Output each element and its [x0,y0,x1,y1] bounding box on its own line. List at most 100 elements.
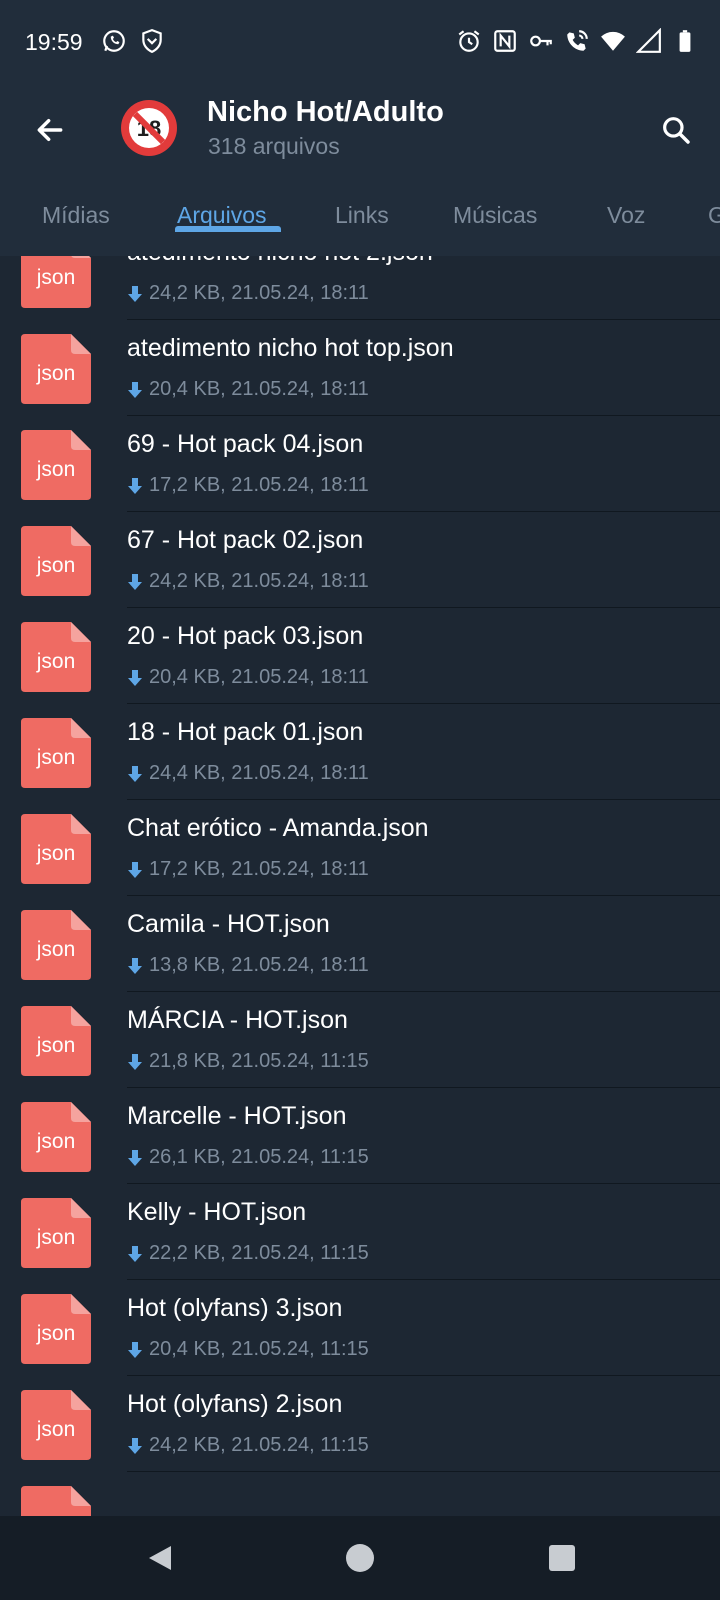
nav-home-button[interactable] [338,1536,382,1580]
file-ext-label: json [36,458,76,481]
file-row[interactable]: json Chat erótico - Amanda.json 17,2 KB,… [0,798,720,896]
file-type-icon: json [21,814,91,884]
file-row[interactable]: json 18 - Hot pack 01.json 24,4 KB, 21.0… [0,702,720,800]
tab-arquivos[interactable]: Arquivos [177,202,266,229]
file-ext-label: json [36,842,76,865]
file-meta: 17,2 KB, 21.05.24, 18:11 [127,474,369,497]
vpn-key-icon [530,35,552,47]
search-button[interactable] [650,104,702,156]
file-name: Marcelle - HOT.json [127,1102,347,1130]
file-meta: 20,4 KB, 21.05.24, 18:11 [127,666,369,689]
system-nav-bar [0,1516,720,1600]
tab-links[interactable]: Links [335,202,389,229]
download-arrow-icon [128,765,142,782]
download-arrow-icon [128,1341,142,1358]
file-size-date: 20,4 KB, 21.05.24, 18:11 [149,378,369,400]
file-row[interactable]: json atedimento nicho hot 2.json 24,2 KB… [0,256,720,320]
wifi-icon [601,31,625,51]
file-ext-label: json [36,1322,76,1345]
file-meta: 24,4 KB, 21.05.24, 18:11 [127,762,369,785]
file-ext-label: json [36,1130,76,1153]
file-meta: 20,4 KB, 21.05.24, 11:15 [127,1338,369,1361]
file-size-date: 24,2 KB, 21.05.24, 11:15 [149,1434,369,1456]
whatsapp-icon [103,30,125,52]
file-size-date: 21,8 KB, 21.05.24, 11:15 [149,1050,369,1072]
download-arrow-icon [128,669,142,686]
file-row[interactable]: json 69 - Hot pack 04.json 17,2 KB, 21.0… [0,414,720,512]
file-type-icon: json [21,1294,91,1364]
shield-icon [142,29,162,54]
file-size-date: 24,4 KB, 21.05.24, 18:11 [149,762,369,784]
file-ext-label: json [36,650,76,673]
download-arrow-icon [128,573,142,590]
nav-recents-button[interactable] [540,1536,584,1580]
file-ext-label: json [36,1418,76,1441]
file-row[interactable]: json Hot (olyfans) 3.json 20,4 KB, 21.05… [0,1278,720,1376]
status-left-icons [101,28,165,54]
file-ext-label: json [36,938,76,961]
file-meta: 22,2 KB, 21.05.24, 11:15 [127,1242,369,1265]
file-row[interactable]: json Hot (olyfans) 2.json 24,2 KB, 21.05… [0,1374,720,1472]
file-row[interactable]: json Marcelle - HOT.json 26,1 KB, 21.05.… [0,1086,720,1184]
file-name: Hot (olyfans) 2.json [127,1390,343,1418]
status-bar: 19:59 [0,0,720,88]
arrow-left-icon [37,118,63,142]
file-row[interactable] [0,1470,720,1516]
download-arrow-icon [128,957,142,974]
document-icon [21,1486,91,1516]
file-name: atedimento nicho hot 2.json [127,256,433,267]
file-name: 18 - Hot pack 01.json [127,718,364,746]
file-size-date: 20,4 KB, 21.05.24, 18:11 [149,666,369,688]
tab-midias[interactable]: Mídias [42,202,110,229]
home-circle-icon [346,1544,374,1572]
search-icon [663,117,690,144]
file-count-subtitle: 318 arquivos [208,133,340,159]
file-ext-label: json [36,362,76,385]
file-list: json atedimento nicho hot 2.json 24,2 KB… [0,256,720,1516]
battery-icon [679,30,691,52]
back-triangle-icon [149,1546,171,1570]
file-meta: 20,4 KB, 21.05.24, 18:11 [127,378,369,401]
file-size-date: 24,2 KB, 21.05.24, 18:11 [149,570,369,592]
tab-musicas[interactable]: Músicas [453,202,537,229]
file-row[interactable]: json atedimento nicho hot top.json 20,4 … [0,318,720,416]
file-name: 69 - Hot pack 04.json [127,430,364,458]
file-meta: 24,2 KB, 21.05.24, 18:11 [127,570,369,593]
file-row[interactable]: json 67 - Hot pack 02.json 24,2 KB, 21.0… [0,510,720,608]
app-bar: 18 Nicho Hot/Adulto 318 arquivos Mídias … [0,88,720,256]
file-meta: 24,2 KB, 21.05.24, 11:15 [127,1434,369,1457]
file-type-icon: json [21,1006,91,1076]
file-name: Kelly - HOT.json [127,1198,307,1226]
file-size-date: 17,2 KB, 21.05.24, 18:11 [149,474,369,496]
file-ext-label: json [36,746,76,769]
tab-voz[interactable]: Voz [607,202,645,229]
no-under-18-icon[interactable]: 18 [119,98,179,158]
file-meta: 26,1 KB, 21.05.24, 11:15 [127,1146,369,1169]
file-row[interactable]: json 20 - Hot pack 03.json 20,4 KB, 21.0… [0,606,720,704]
signal-icon [636,28,661,53]
file-row[interactable]: json Camila - HOT.json 13,8 KB, 21.05.24… [0,894,720,992]
nfc-icon [494,30,516,52]
download-arrow-icon [128,477,142,494]
file-ext-label: json [36,1034,76,1057]
file-row[interactable]: json MÁRCIA - HOT.json 21,8 KB, 21.05.24… [0,990,720,1088]
wifi-calling-icon [567,30,588,51]
file-meta: 21,8 KB, 21.05.24, 11:15 [127,1050,369,1073]
download-arrow-icon [128,381,142,398]
download-arrow-icon [128,1437,142,1454]
download-arrow-icon [128,1053,142,1070]
file-size-date: 17,2 KB, 21.05.24, 18:11 [149,858,369,880]
file-type-icon: json [21,1390,91,1460]
nav-back-button[interactable] [138,1536,182,1580]
file-row[interactable]: json Kelly - HOT.json 22,2 KB, 21.05.24,… [0,1182,720,1280]
file-type-icon: json [21,1102,91,1172]
file-type-icon: json [21,718,91,788]
tab-gifs[interactable]: G [708,202,720,229]
status-time: 19:59 [25,29,83,55]
file-name: 67 - Hot pack 02.json [127,526,364,554]
chat-title[interactable]: Nicho Hot/Adulto [207,96,444,129]
file-type-icon: json [21,910,91,980]
file-size-date: 20,4 KB, 21.05.24, 11:15 [149,1338,369,1360]
file-name: Chat erótico - Amanda.json [127,814,429,842]
back-button[interactable] [24,104,76,156]
